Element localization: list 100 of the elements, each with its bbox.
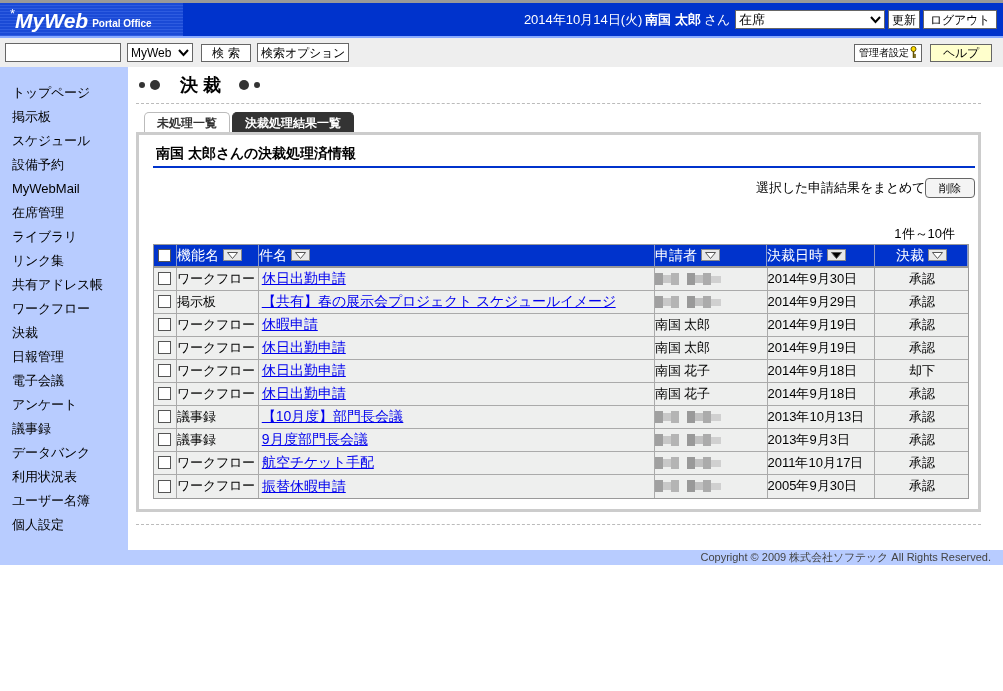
search-button[interactable]: 検 索 [201,43,251,62]
user-name: 南国 太郎 [645,10,701,29]
checkbox[interactable] [158,318,172,331]
subject-link[interactable]: 9月度部門長会議 [261,429,368,450]
table-cell-text: 議事録 [176,430,216,449]
checkbox[interactable] [158,456,172,469]
status-select[interactable]: 在席 [735,10,885,29]
sidebar-item[interactable]: MyWebMail [12,177,128,201]
delete-button[interactable]: 削除 [925,178,975,198]
sidebar-item[interactable]: 掲示板 [12,105,128,129]
admin-settings-button[interactable]: 管理者設定 [854,43,922,62]
table-cell-text: ワークフロー [176,384,255,403]
sidebar-item[interactable]: 決裁 [12,321,128,345]
table-cell-text: 承認 [908,315,935,334]
bulk-action-label: 選択した申請結果をまとめて [756,179,925,198]
search-field[interactable] [5,43,121,62]
sort-icon[interactable] [827,249,847,261]
subject-link[interactable]: 休日出勤申請 [261,360,346,381]
table-cell-text: 2013年10月13日 [767,407,865,426]
sidebar-item[interactable]: 共有アドレス帳 [12,273,128,297]
table-cell-text: 承認 [908,384,935,403]
sidebar-item[interactable]: ライブラリ [12,225,128,249]
subject-link[interactable]: 休日出勤申請 [261,383,346,404]
sidebar-item[interactable]: データバンク [12,441,128,465]
search-options-button[interactable]: 検索オプション [257,43,349,62]
table-cell-text: 2014年9月18日 [767,361,858,380]
table-cell-text: 承認 [908,477,935,496]
table-cell-text: 2014年9月19日 [767,338,858,357]
checkbox[interactable] [158,479,172,493]
checkbox[interactable] [158,295,172,308]
checkbox[interactable] [158,387,172,400]
sort-icon[interactable] [700,249,720,261]
page-title: 決 裁 [179,73,222,97]
table-cell-text: 2013年9月3日 [767,430,850,449]
help-button[interactable]: ヘルプ [930,43,992,62]
table-cell-text: 2005年9月30日 [767,477,858,496]
sidebar-item[interactable]: 設備予約 [12,153,128,177]
sidebar-item[interactable]: スケジュール [12,129,128,153]
table-cell-text: 承認 [908,338,935,357]
table-cell-text: 承認 [908,430,935,449]
table-cell-text: 2011年10月17日 [767,453,864,472]
sidebar-item[interactable]: 日報管理 [12,345,128,369]
column-header[interactable]: 機能名 [176,244,259,266]
sidebar-item[interactable]: 在席管理 [12,201,128,225]
column-header[interactable]: 決裁 [875,244,968,266]
column-header[interactable]: 申請者 [654,244,768,266]
table-cell-text: 南国 太郎 [654,338,711,357]
column-header[interactable]: 決裁日時 [767,244,876,266]
table-cell-text: ワークフロー [176,338,255,357]
date-text: 2014年10月14日(火) [523,10,643,29]
sidebar-item[interactable]: ワークフロー [12,297,128,321]
chevron-down-icon [178,48,189,57]
subject-link[interactable]: 【10月度】部門長会議 [261,406,404,427]
checkbox[interactable] [158,433,172,446]
sidebar-item[interactable]: 電子会議 [12,369,128,393]
subject-link[interactable]: 休日出勤申請 [261,268,346,289]
dots-icon [237,79,263,91]
table-cell-text: 議事録 [176,407,216,426]
refresh-button[interactable]: 更新 [888,10,920,29]
table-cell-text: 承認 [908,269,935,288]
table-cell-text: ワークフロー [176,361,255,380]
logo: *MyWeb Portal Office [0,3,183,36]
subject-link[interactable]: 休日出勤申請 [261,337,346,358]
scope-select[interactable]: MyWeb [127,43,193,62]
copyright-text: Copyright © 2009 株式会社ソフテック All Rights Reserved. [700,552,991,563]
table-cell-text: 2014年9月29日 [767,292,858,311]
sidebar-item[interactable]: トップページ [12,81,128,105]
tab[interactable]: 決裁処理結果一覧 [232,112,354,132]
table-cell-text: 南国 太郎 [654,315,711,334]
sort-icon[interactable] [222,249,242,261]
pagination-text: 1件～10件 [894,225,955,243]
subject-link[interactable]: 航空チケット手配 [261,452,374,473]
table-cell-text: ワークフロー [176,477,255,496]
table-cell-text: 2014年9月19日 [767,315,858,334]
table-cell-text: 承認 [908,407,935,426]
sidebar-item[interactable]: ユーザー名簿 [12,489,128,513]
table-cell-text: 掲示板 [176,292,216,311]
checkbox[interactable] [158,364,172,377]
checkbox[interactable] [158,272,172,285]
key-icon [910,46,917,59]
logout-button[interactable]: ログアウト [923,10,997,29]
subject-link[interactable]: 【共有】春の展示会プロジェクト スケジュールイメージ [261,291,616,312]
sidebar-item[interactable]: リンク集 [12,249,128,273]
sidebar-item[interactable]: 個人設定 [12,513,128,537]
table-cell-text: 2014年9月30日 [767,269,858,288]
checkbox[interactable] [158,410,172,423]
sort-icon[interactable] [927,249,947,261]
checkbox[interactable] [158,248,172,262]
tab[interactable]: 未処理一覧 [144,112,230,132]
table-cell-text: 2014年9月18日 [767,384,858,403]
table-cell-text: ワークフロー [176,315,255,334]
sort-icon[interactable] [290,249,310,261]
sidebar-item[interactable]: 議事録 [12,417,128,441]
checkbox[interactable] [158,341,172,354]
subject-link[interactable]: 休暇申請 [261,314,318,335]
sidebar-item[interactable]: アンケート [12,393,128,417]
table-cell-text: 承認 [908,453,935,472]
column-header[interactable]: 件名 [258,244,655,266]
subject-link[interactable]: 振替休暇申請 [261,475,346,497]
sidebar-item[interactable]: 利用状況表 [12,465,128,489]
